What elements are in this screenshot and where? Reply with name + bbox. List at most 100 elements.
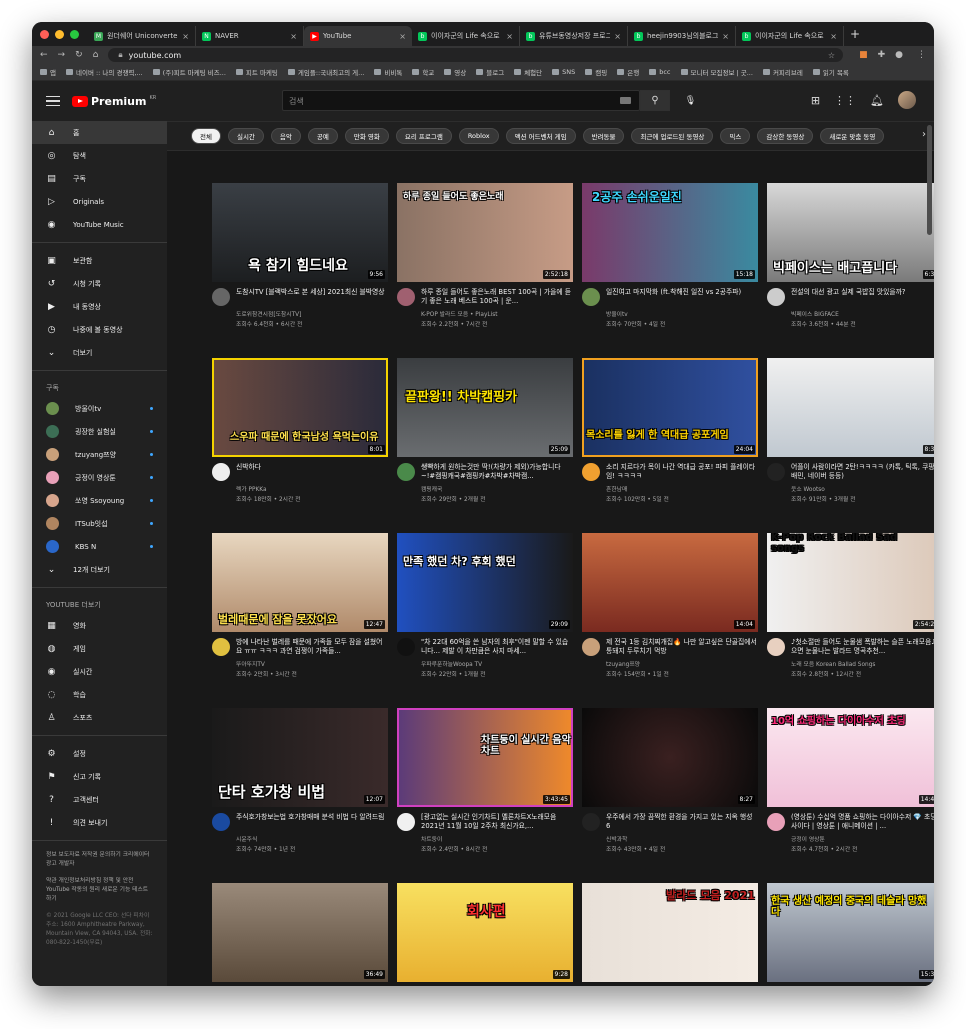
video-card[interactable]: 욕 참기 힘드네요 9:56 도참시TV [블랙박스로 본 세상] 2021최신 블… bbox=[212, 183, 388, 328]
bookmark-item[interactable]: 캠핑 bbox=[585, 67, 607, 77]
video-thumbnail[interactable]: 만족 했던 차? 후회 했던 29:09 bbox=[397, 533, 573, 632]
video-card[interactable]: 단타 호가창 비법 12:07 주식호가창보는법 호가창매매 분석 비법 다 알려드… bbox=[212, 708, 388, 853]
video-title[interactable]: "차 22대 60억을 쓴 남자의 최후"이젠 말할 수 있습니다... 제발 … bbox=[421, 638, 573, 656]
sidebar-item[interactable]: ! 의견 보내기 bbox=[32, 811, 167, 834]
subscription-item[interactable]: tzuyang쯔양 bbox=[32, 443, 167, 466]
video-thumbnail[interactable]: 한국 생산 예정의 중국의 테슬라 망했다 15:33 bbox=[767, 883, 934, 982]
sidebar-item[interactable]: ▶ 내 동영상 bbox=[32, 295, 167, 318]
channel-avatar[interactable] bbox=[397, 288, 415, 306]
video-thumbnail[interactable]: 끝판왕!! 차박캠핑카 25:09 bbox=[397, 358, 573, 457]
close-tab-icon[interactable]: × bbox=[182, 32, 189, 41]
filter-chip[interactable]: Roblox bbox=[458, 128, 499, 144]
channel-name[interactable]: 시윤주식 bbox=[236, 834, 388, 843]
video-card[interactable]: 빅페이스는 배고픕니다 6:31 전설의 대선 광고 실제 국밥집 맛있을까? 빅페이… bbox=[767, 183, 934, 328]
video-card[interactable]: 스우파 때문에 한국남성 욕먹는이유 8:01 신박하다 렉가 PPKKa 조회수 18… bbox=[212, 358, 388, 503]
video-title[interactable]: 신박하다 bbox=[236, 463, 388, 481]
channel-name[interactable]: 긍정이 영상툰 bbox=[791, 834, 934, 843]
subscription-item[interactable]: 쏘영 Ssoyoung bbox=[32, 489, 167, 512]
bookmark-item[interactable]: 피트 마케팅 bbox=[235, 67, 278, 77]
channel-name[interactable]: 웃소 Wootso bbox=[791, 484, 934, 493]
back-icon[interactable]: ← bbox=[40, 50, 48, 60]
filter-chip[interactable]: 최근에 업로드된 동영상 bbox=[631, 128, 714, 144]
create-video-icon[interactable]: ⊞ bbox=[811, 94, 820, 107]
video-card[interactable]: 14:04 제 전국 1등 김치찌개집🔥 나만 알고싶은 단골집에서 통돼지 두루… bbox=[582, 533, 758, 678]
avatar[interactable] bbox=[898, 91, 916, 109]
video-thumbnail[interactable]: 36:49 bbox=[212, 883, 388, 982]
video-card[interactable]: 차트둥이 실시간 음악차트 3:43:45 [광고없는 실시간 인기차트] 멜론차트… bbox=[397, 708, 573, 853]
channel-avatar[interactable] bbox=[212, 813, 230, 831]
footer-links-primary[interactable]: 정보 보도자료 저작권 문의하기 크리에이터 광고 개발자 bbox=[32, 847, 167, 873]
browser-tab[interactable]: b 유튜브동영상저장 프로그램 × bbox=[520, 26, 628, 46]
bookmark-item[interactable]: 학교 bbox=[412, 67, 434, 77]
bookmark-item[interactable]: 게임플::국내최고의 게... bbox=[287, 67, 364, 77]
sidebar-item[interactable]: ▤ 구독 bbox=[32, 167, 167, 190]
address-bar[interactable]: 🔒︎ youtube.com ☆ bbox=[108, 48, 844, 62]
bookmark-item[interactable]: SNS bbox=[552, 68, 575, 76]
video-title[interactable]: 하루 종일 들어도 좋은노래 BEST 100곡 | 가을에 듣기 좋은 노래 … bbox=[421, 288, 573, 306]
video-card[interactable]: 발라드 모음 2021발라드 명곡 모음 광고없음 노래모음 2021 ❤️ 좋… bbox=[582, 883, 758, 986]
channel-avatar[interactable] bbox=[582, 813, 600, 831]
star-icon[interactable]: ☆ bbox=[828, 51, 835, 60]
video-card[interactable]: 한국 생산 예정의 중국의 테슬라 망했다15:33망하는 중국 전기차 회사들… bbox=[767, 883, 934, 986]
bookmark-item[interactable]: 비비톡 bbox=[374, 67, 402, 77]
search-input[interactable]: 검색 bbox=[282, 90, 640, 111]
close-tab-icon[interactable]: × bbox=[399, 32, 406, 41]
channel-avatar[interactable] bbox=[767, 638, 785, 656]
video-card[interactable]: 목소리를 잃게 한 역대급 공포게임 24:04 소리 지르다가 목이 나간 역대급… bbox=[582, 358, 758, 503]
video-title[interactable]: 일진여고 마지막화 (ft.착해진 일진 vs 2공주파) bbox=[606, 288, 758, 306]
sidebar-item[interactable]: ◍ 게임 bbox=[32, 637, 167, 660]
bookmark-item[interactable]: 모니터 모집정보 | 굿... bbox=[680, 67, 753, 77]
sidebar-item[interactable]: ⚑ 신고 기록 bbox=[32, 765, 167, 788]
browser-tab[interactable]: b 이이자군의 Life 속으로 : 네 × bbox=[736, 26, 844, 46]
filter-chip[interactable]: 실시간 bbox=[227, 128, 264, 144]
video-thumbnail[interactable]: 욕 참기 힘드네요 9:56 bbox=[212, 183, 388, 282]
video-thumbnail[interactable]: 8:36 bbox=[767, 358, 934, 457]
video-thumbnail[interactable]: K-Pop Rock Ballad Sad songs 2:54:25 bbox=[767, 533, 934, 632]
close-tab-icon[interactable]: × bbox=[290, 32, 297, 41]
channel-avatar[interactable] bbox=[767, 288, 785, 306]
video-thumbnail[interactable]: 발라드 모음 2021 bbox=[582, 883, 758, 982]
video-card[interactable]: 2공주 손쉬운일진 15:18 일진여고 마지막화 (ft.착해진 일진 vs 2공… bbox=[582, 183, 758, 328]
filter-chip[interactable]: 요리 프로그램 bbox=[395, 128, 452, 144]
video-thumbnail[interactable]: 2공주 손쉬운일진 15:18 bbox=[582, 183, 758, 282]
profile-icon[interactable]: ● bbox=[895, 50, 903, 60]
channel-avatar[interactable] bbox=[582, 638, 600, 656]
channel-avatar[interactable] bbox=[212, 288, 230, 306]
sidebar-item[interactable]: ▦ 영화 bbox=[32, 614, 167, 637]
filter-chip[interactable]: 새로운 맞춤 동영 bbox=[820, 128, 885, 144]
channel-name[interactable]: 신박과학 bbox=[606, 834, 758, 843]
channel-name[interactable]: 도로위참견시점[도참시TV] bbox=[236, 309, 388, 318]
video-thumbnail[interactable]: 단타 호가창 비법 12:07 bbox=[212, 708, 388, 807]
bell-icon[interactable]: 🔔︎ bbox=[870, 94, 884, 107]
video-thumbnail[interactable]: 스우파 때문에 한국남성 욕먹는이유 8:01 bbox=[212, 358, 388, 457]
maximize-window-icon[interactable] bbox=[70, 29, 79, 39]
video-card[interactable]: 벌레때문에 잠을 못잤어요 12:47 방에 나타난 벌레를 때문에 가족들 모두 … bbox=[212, 533, 388, 678]
video-card[interactable]: 8:27 우주에서 가장 끔찍한 환경을 가지고 있는 지옥 행성 6 신박과학 조회… bbox=[582, 708, 758, 853]
browser-tab[interactable]: b heejin9903님의블로그 : 네× bbox=[628, 26, 736, 46]
chevron-right-icon[interactable]: › bbox=[922, 129, 926, 140]
channel-name[interactable]: K-POP 발라드 모음 • PlayList bbox=[421, 309, 573, 318]
video-title[interactable]: 도참시TV [블랙박스로 본 세상] 2021최신 블박영상 bbox=[236, 288, 388, 306]
extension-icon[interactable]: ■ bbox=[859, 50, 868, 60]
video-title[interactable]: 제 전국 1등 김치찌개집🔥 나만 알고싶은 단골집에서 통돼지 두루치기 먹방 bbox=[606, 638, 758, 656]
video-title[interactable]: 우주에서 가장 끔찍한 환경을 가지고 있는 지옥 행성 6 bbox=[606, 813, 758, 831]
channel-name[interactable]: 차트둥이 bbox=[421, 834, 573, 843]
video-title[interactable]: 소리 지르다가 목이 나간 역대급 공포! 파피 플레이타임! ㅋㅋㅋㅋ bbox=[606, 463, 758, 481]
video-card[interactable]: 회사편9:28섭이가 회사에 갔어요 !! 아빠 회사 짤리겠다 ㅋㅋㅋㅋ [ … bbox=[397, 883, 573, 986]
apps-grid-icon[interactable]: ⋮⋮ bbox=[834, 94, 856, 107]
close-window-icon[interactable] bbox=[40, 29, 49, 39]
video-thumbnail[interactable]: 회사편 9:28 bbox=[397, 883, 573, 982]
channel-name[interactable]: 방울이tv bbox=[606, 309, 758, 318]
channel-name[interactable]: 흔한남매 bbox=[606, 484, 758, 493]
channel-avatar[interactable] bbox=[767, 463, 785, 481]
bookmark-item[interactable]: 네이버 :: 나의 경쟁력,... bbox=[65, 67, 143, 77]
video-thumbnail[interactable]: 하루 종일 들어도 좋은노래 2:52:18 bbox=[397, 183, 573, 282]
channel-avatar[interactable] bbox=[582, 463, 600, 481]
puzzle-icon[interactable]: ✚ bbox=[878, 50, 886, 60]
sidebar-item[interactable]: ◉ 실시간 bbox=[32, 660, 167, 683]
subscription-item[interactable]: 굉장한 실험실 bbox=[32, 420, 167, 443]
close-tab-icon[interactable]: × bbox=[506, 32, 513, 41]
filter-chip[interactable]: 음악 bbox=[270, 128, 301, 144]
footer-links-secondary[interactable]: 약관 개인정보처리방침 정책 및 안전 YouTube 작동의 원리 새로운 기… bbox=[32, 873, 167, 908]
video-card[interactable]: 36:49[ENG](코바늘가방) [Part1]아이코드핸들 모티브 토트백/… bbox=[212, 883, 388, 986]
